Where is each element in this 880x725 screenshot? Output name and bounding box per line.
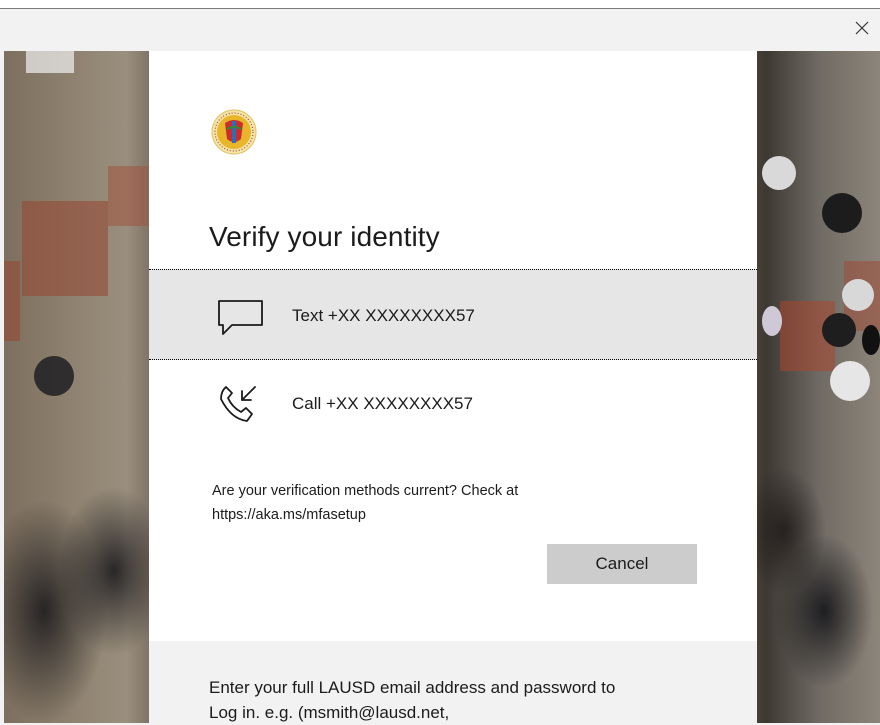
verify-option-text[interactable]: Text +XX XXXXXXXX57 bbox=[149, 269, 757, 360]
verify-option-call-label: Call +XX XXXXXXXX57 bbox=[292, 394, 473, 413]
footer-line-2: Log in. e.g. (msmith@lausd.net, bbox=[209, 703, 450, 722]
chat-bubble-icon bbox=[217, 298, 265, 338]
sign-in-dialog: Verify your identity Text +XX XXXXXXXX57… bbox=[149, 51, 757, 723]
cancel-button[interactable]: Cancel bbox=[547, 544, 697, 584]
verify-option-text-label: Text +XX XXXXXXXX57 bbox=[292, 306, 475, 325]
phone-incoming-icon bbox=[217, 383, 265, 423]
footer-line-1: Enter your full LAUSD email address and … bbox=[209, 678, 616, 697]
window-titlebar bbox=[0, 9, 880, 51]
footer-instructions: Enter your full LAUSD email address and … bbox=[209, 675, 729, 725]
window-top-edge bbox=[0, 0, 880, 9]
close-icon bbox=[855, 21, 869, 40]
mfa-setup-link[interactable]: https://aka.ms/mfasetup bbox=[212, 503, 632, 527]
notice-text: Are your verification methods current? C… bbox=[212, 483, 519, 499]
district-seal-logo bbox=[211, 109, 257, 155]
verification-notice: Are your verification methods current? C… bbox=[212, 479, 632, 527]
close-button[interactable] bbox=[844, 9, 880, 51]
page-title: Verify your identity bbox=[209, 221, 440, 252]
verify-option-call[interactable]: Call +XX XXXXXXXX57 bbox=[149, 363, 757, 451]
sign-in-footer: Enter your full LAUSD email address and … bbox=[149, 641, 757, 723]
